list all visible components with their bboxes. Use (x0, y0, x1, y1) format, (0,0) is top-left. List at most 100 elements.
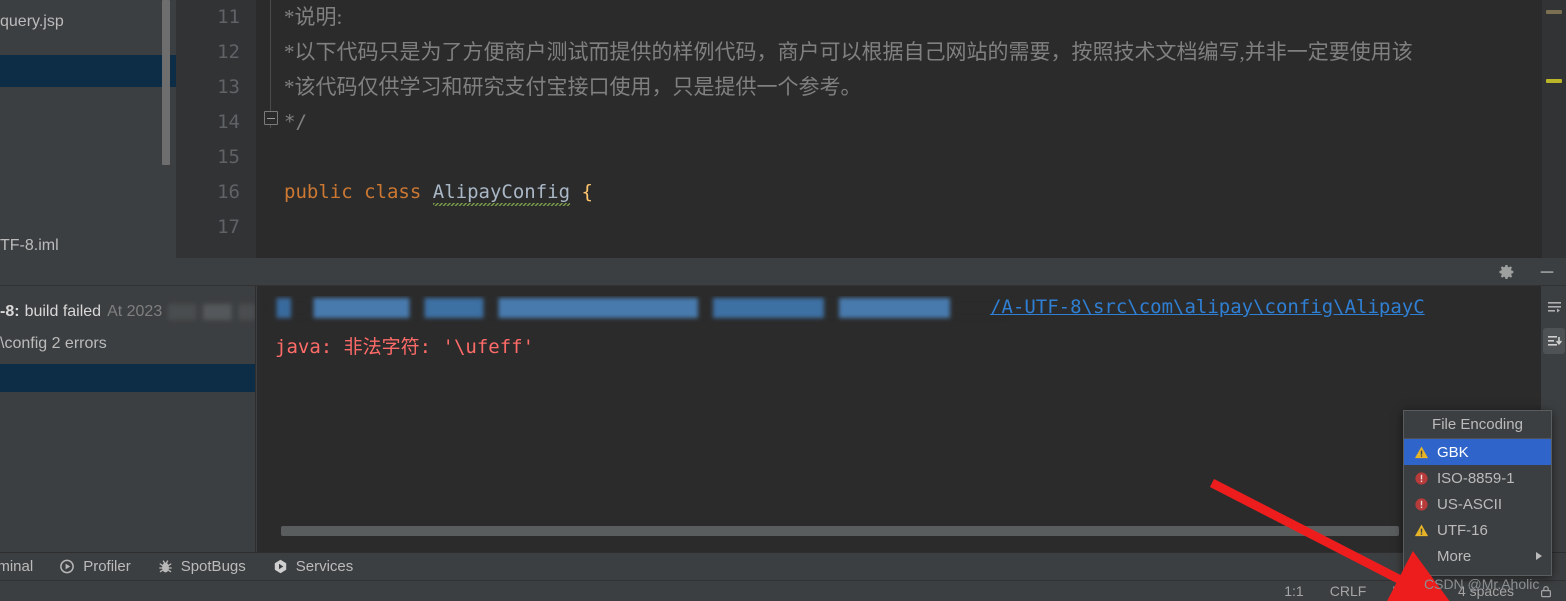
editor-fold-gutter[interactable] (256, 0, 284, 258)
encoding-option-label: ISO-8859-1 (1437, 469, 1515, 487)
line-number: 11 (217, 6, 240, 28)
encoding-option-us-ascii[interactable]: US-ASCII (1404, 491, 1551, 517)
build-timestamp: At 2023 (107, 303, 163, 320)
build-console-output[interactable]: /A-UTF-8\src\com\alipay\config\AlipayC j… (257, 286, 1541, 552)
console-hscrollbar-track[interactable] (269, 526, 1523, 544)
scroll-to-end-icon (1547, 335, 1562, 346)
encoding-option-label: US-ASCII (1437, 495, 1503, 513)
warning-stripe-icon[interactable] (1546, 10, 1562, 14)
scroll-to-end-button[interactable] (1543, 328, 1565, 354)
encoding-option-label: UTF-16 (1437, 521, 1488, 539)
bottom-tool-window-bar: erminal Profiler SpotBugs Services (0, 552, 1566, 580)
gear-icon[interactable] (1498, 263, 1516, 281)
encoding-option-iso-8859-1[interactable]: ISO-8859-1 (1404, 465, 1551, 491)
tool-window-button-profiler[interactable]: Profiler (59, 558, 131, 575)
encoding-option-utf-16[interactable]: UTF-16 (1404, 517, 1551, 543)
chevron-right-icon (1536, 552, 1542, 560)
error-icon (1415, 497, 1428, 511)
lock-icon[interactable] (1540, 585, 1552, 598)
line-number: 13 (217, 76, 240, 98)
build-window-header (0, 258, 1566, 286)
tree-item-selected[interactable] (0, 55, 176, 87)
file-encoding-popup[interactable]: File Encoding GBK ISO-8859-1 US-ASCII UT… (1403, 410, 1552, 576)
tree-item-query-jsp[interactable]: query.jsp (0, 6, 176, 38)
collapse-fold-icon[interactable] (264, 111, 278, 125)
line-separator-selector[interactable]: CRLF (1330, 583, 1367, 599)
comment-text: */ (284, 111, 307, 133)
profiler-icon (60, 559, 75, 574)
project-tree-panel[interactable]: query.jsp TF-8.iml (0, 0, 176, 258)
services-icon (274, 559, 286, 574)
code-line-16: public class AlipayConfig { (284, 175, 1542, 210)
code-line-13: *该代码仅供学习和研究支付宝接口使用，只是提供一个参考。 (284, 70, 1542, 105)
fold-region-line (270, 0, 271, 128)
tree-item-label: TF-8.iml (0, 237, 59, 254)
tree-item-label: query.jsp (0, 13, 64, 30)
redacted-timestamp (168, 304, 255, 320)
tool-window-label: Profiler (83, 558, 131, 575)
keyword-class: class (364, 181, 422, 203)
tool-window-label: Services (295, 558, 354, 575)
warning-icon (1414, 446, 1429, 458)
spotbugs-icon (158, 560, 172, 573)
redacted-file-path (269, 298, 1009, 318)
build-tool-window: -8: build failed At 2023 \config 2 error… (0, 258, 1566, 552)
code-editor[interactable]: 11 12 13 14 15 16 17 *说明: *以下代码只是为了方便商户测… (176, 0, 1566, 258)
tree-scrollbar-thumb[interactable] (162, 0, 170, 165)
encoding-option-gbk[interactable]: GBK (1404, 439, 1551, 465)
line-number: 12 (217, 41, 240, 63)
minimize-icon[interactable] (1538, 263, 1556, 281)
build-module-prefix: -8: (0, 303, 20, 320)
build-status-text: build failed (24, 303, 102, 320)
soft-wrap-icon (1547, 301, 1561, 312)
upper-region: query.jsp TF-8.iml 11 12 13 14 15 16 17 … (0, 0, 1566, 258)
build-results-tree[interactable]: -8: build failed At 2023 \config 2 error… (0, 286, 256, 552)
build-tree-row-status[interactable]: -8: build failed At 2023 (0, 298, 255, 326)
console-file-link-row[interactable]: /A-UTF-8\src\com\alipay\config\AlipayC (257, 296, 1541, 322)
tree-item-iml-file[interactable]: TF-8.iml (0, 230, 176, 258)
file-encoding-selector[interactable]: UTF-8 (1392, 583, 1432, 599)
keyword-public: public (284, 181, 353, 203)
tool-window-button-services[interactable]: Services (272, 558, 354, 575)
build-tree-row-selected[interactable] (0, 364, 255, 392)
encoding-option-label: More (1437, 547, 1472, 565)
comment-text: *该代码仅供学习和研究支付宝接口使用，只是提供一个参考。 (284, 75, 862, 99)
editor-code-area[interactable]: *说明: *以下代码只是为了方便商户测试而提供的样例代码，商户可以根据自己网站的… (284, 0, 1542, 258)
tool-window-button-terminal[interactable]: erminal (0, 558, 33, 575)
console-hscrollbar-thumb[interactable] (281, 526, 1399, 536)
editor-error-stripe-gutter[interactable] (1542, 0, 1566, 258)
console-file-link[interactable]: /A-UTF-8\src\com\alipay\config\AlipayC (990, 296, 1425, 318)
line-number: 15 (217, 146, 240, 168)
popup-title: File Encoding (1404, 411, 1551, 439)
warning-stripe-icon[interactable] (1546, 79, 1562, 83)
encoding-option-more[interactable]: More (1404, 543, 1551, 569)
build-tree-row-errors[interactable]: \config 2 errors (0, 330, 255, 358)
class-name-alipayconfig: AlipayConfig (432, 181, 571, 206)
warning-icon (1414, 524, 1429, 536)
caret-position[interactable]: 1:1 (1284, 583, 1303, 599)
build-window-header-actions (1498, 258, 1556, 286)
editor-line-number-gutter: 11 12 13 14 15 16 17 (176, 0, 256, 258)
console-error-message: java: 非法字符: '\ufeff' (275, 336, 535, 358)
ide-window: query.jsp TF-8.iml 11 12 13 14 15 16 17 … (0, 0, 1566, 601)
tool-window-label: erminal (0, 558, 34, 575)
line-number: 16 (217, 181, 240, 203)
code-line-12: *以下代码只是为了方便商户测试而提供的样例代码，商户可以根据自己网站的需要，按照… (284, 35, 1542, 70)
line-number: 17 (217, 216, 240, 238)
line-number: 14 (217, 111, 240, 133)
status-bar: 1:1 CRLF UTF-8 4 spaces (0, 580, 1566, 601)
comment-text: *以下代码只是为了方便商户测试而提供的样例代码，商户可以根据自己网站的需要，按照… (284, 40, 1413, 64)
build-error-path-label: \config 2 errors (0, 335, 107, 352)
tree-scrollbar-track[interactable] (162, 0, 173, 258)
code-line-14: */ (284, 105, 1542, 140)
encoding-option-label: GBK (1437, 443, 1469, 461)
tool-window-button-spotbugs[interactable]: SpotBugs (157, 558, 246, 575)
open-brace: { (581, 181, 593, 203)
soft-wrap-button[interactable] (1543, 294, 1565, 320)
tool-window-label: SpotBugs (180, 558, 246, 575)
error-icon (1415, 471, 1428, 485)
code-line-11: *说明: (284, 0, 1542, 35)
indent-selector[interactable]: 4 spaces (1458, 583, 1514, 599)
